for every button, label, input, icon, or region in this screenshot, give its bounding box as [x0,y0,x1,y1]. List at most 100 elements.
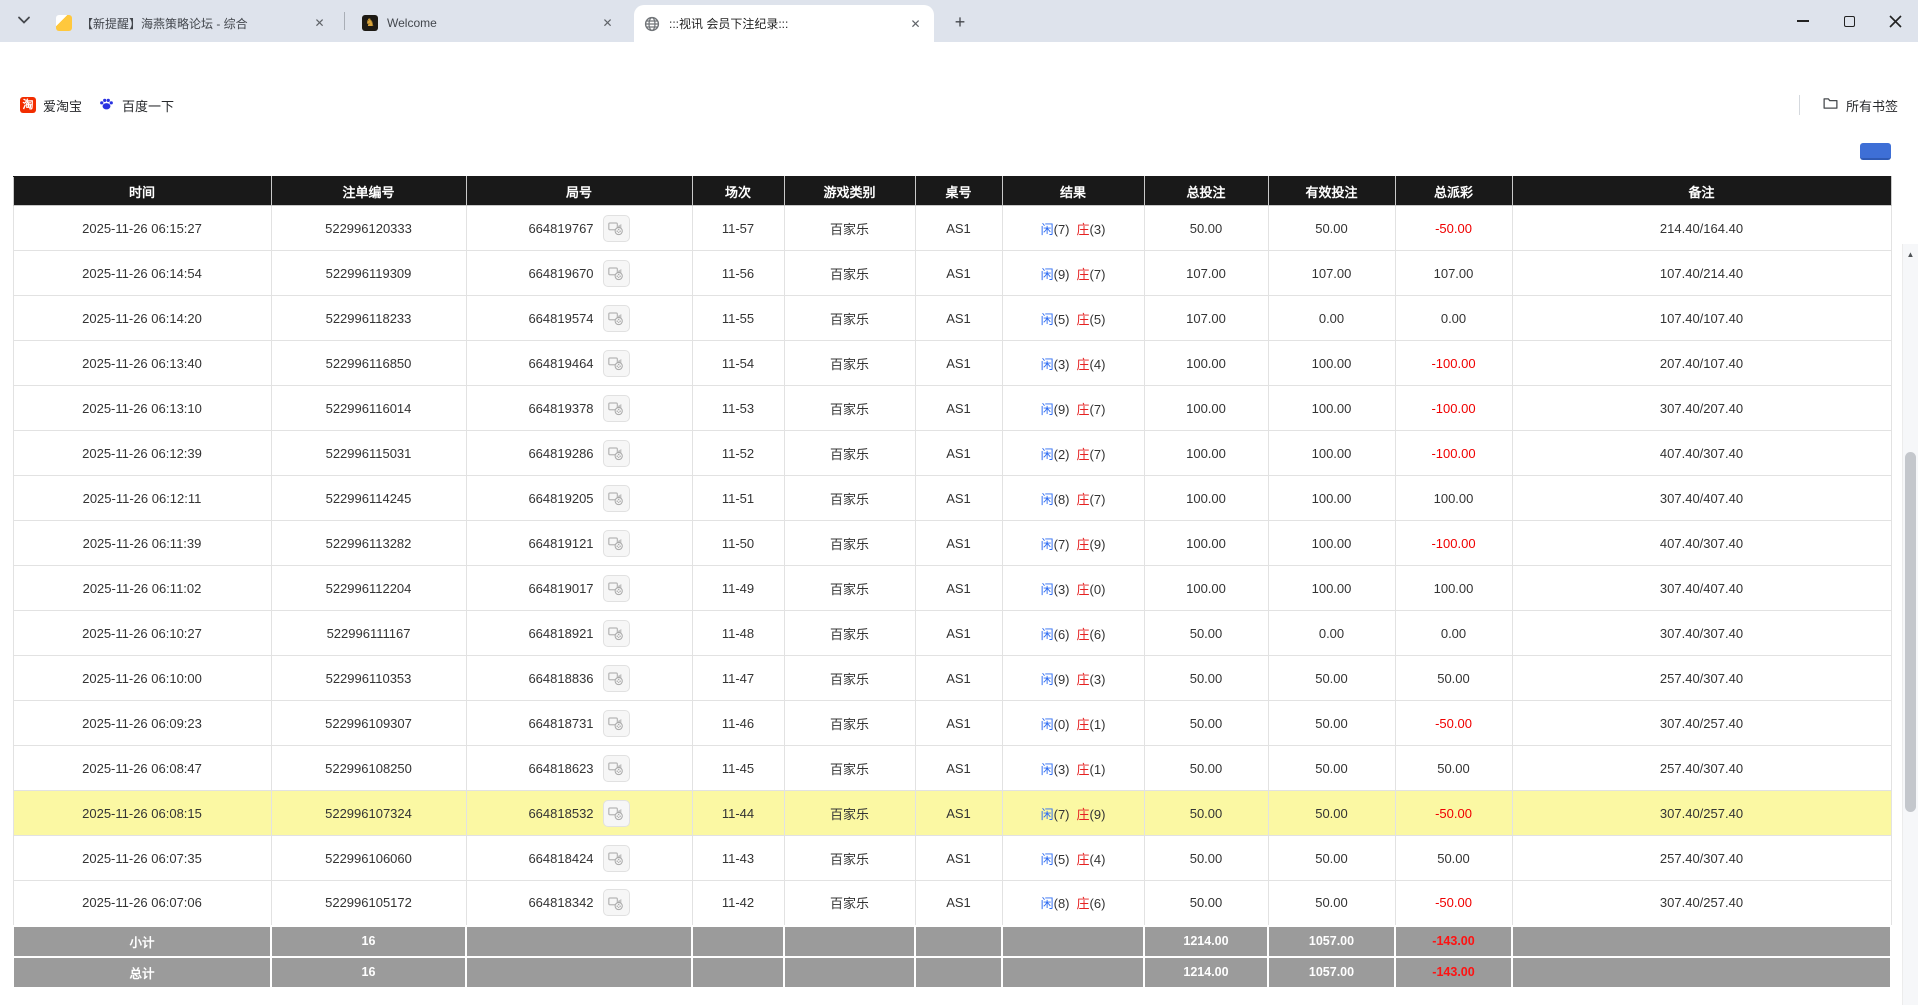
table-no-cell: AS1 [915,656,1002,701]
total-bet-cell[interactable]: 107.00 [1144,251,1268,296]
video-replay-icon [607,219,625,237]
bookmark-aitaobao[interactable]: 淘 爱淘宝 [12,92,90,119]
table-no-cell: AS1 [915,881,1002,926]
video-replay-button[interactable] [603,260,630,287]
video-replay-button[interactable] [603,665,630,692]
bookmark-label: 爱淘宝 [43,96,82,115]
empty-cell [692,926,784,957]
banker-score: (7) [1090,402,1106,417]
bookmarks-right: 所有书签 [1799,91,1906,119]
tab-separator [344,12,345,30]
total-bet-cell[interactable]: 50.00 [1144,656,1268,701]
tab-bet-records[interactable]: :::视讯 会员下注纪录::: ✕ [634,5,934,42]
player-label: 闲 [1041,807,1054,822]
banker-label: 庄 [1077,896,1090,911]
remark-cell: 107.40/107.40 [1512,296,1891,341]
video-replay-button[interactable] [603,215,630,242]
total-bet-cell[interactable]: 50.00 [1144,791,1268,836]
banker-score: (0) [1090,582,1106,597]
minimize-button[interactable] [1780,0,1826,42]
close-tab-icon[interactable]: ✕ [599,15,616,32]
tab-forum[interactable]: 【新提醒】海燕策略论坛 - 综合 ✕ [46,6,338,40]
partial-hidden-button[interactable] [1860,143,1891,160]
total-bet-cell[interactable]: 100.00 [1144,521,1268,566]
banker-score: (1) [1090,762,1106,777]
video-replay-icon [607,354,625,372]
session-cell: 11-42 [692,881,784,926]
video-replay-button[interactable] [603,755,630,782]
session-cell: 11-43 [692,836,784,881]
table-no-cell: AS1 [915,251,1002,296]
round-number: 664818342 [528,895,593,910]
video-replay-button[interactable] [603,800,630,827]
close-tab-icon[interactable]: ✕ [907,15,924,32]
total-bet-cell[interactable]: 100.00 [1144,341,1268,386]
round-number: 664819121 [528,536,593,551]
video-replay-button[interactable] [603,710,630,737]
video-replay-button[interactable] [603,620,630,647]
new-tab-button[interactable]: + [948,10,972,34]
total-bet-cell[interactable]: 100.00 [1144,476,1268,521]
video-replay-button[interactable] [603,575,630,602]
scrollbar-thumb[interactable] [1905,452,1916,812]
player-score: (7) [1054,537,1070,552]
bet-id-cell: 522996109307 [271,701,466,746]
result-cell: 闲(8)庄(7) [1002,476,1144,521]
bet-id-cell: 522996107324 [271,791,466,836]
close-tab-icon[interactable]: ✕ [311,15,328,32]
empty-cell [1512,926,1891,957]
tab-welcome[interactable]: ♞ Welcome ✕ [352,6,626,40]
total-bet-cell[interactable]: 100.00 [1144,386,1268,431]
time-cell: 2025-11-26 06:09:23 [13,701,271,746]
round-cell: 664819286 [466,431,692,476]
bet-id-cell: 522996116850 [271,341,466,386]
session-cell: 11-44 [692,791,784,836]
total-bet-cell[interactable]: 50.00 [1144,836,1268,881]
total-bet-cell[interactable]: 107.00 [1144,296,1268,341]
video-replay-button[interactable] [603,485,630,512]
video-replay-button[interactable] [603,889,630,916]
total-bet-cell[interactable]: 50.00 [1144,746,1268,791]
tab-title: 【新提醒】海燕策略论坛 - 综合 [81,15,302,32]
total-row: 总计 16 1214.00 1057.00 -143.00 [13,957,1891,988]
video-replay-button[interactable] [603,530,630,557]
total-bet-cell[interactable]: 100.00 [1144,431,1268,476]
round-number: 664819767 [528,221,593,236]
table-row: 2025-11-26 06:08:47 522996108250 6648186… [13,746,1891,791]
video-replay-button[interactable] [603,395,630,422]
total-bet-cell[interactable]: 50.00 [1144,881,1268,926]
total-bet-cell[interactable]: 50.00 [1144,611,1268,656]
remark-cell: 407.40/307.40 [1512,431,1891,476]
result-cell: 闲(7)庄(3) [1002,206,1144,251]
vertical-scrollbar[interactable]: ▲ [1902,244,1918,1005]
tab-search-chevron-icon[interactable] [12,9,36,33]
total-bet-cell[interactable]: 100.00 [1144,566,1268,611]
empty-cell [1002,957,1144,988]
table-no-cell: AS1 [915,296,1002,341]
session-cell: 11-45 [692,746,784,791]
close-window-button[interactable] [1872,0,1918,42]
video-replay-button[interactable] [603,440,630,467]
scroll-up-icon[interactable]: ▲ [1903,246,1918,262]
bookmark-baidu[interactable]: 百度一下 [90,91,182,119]
banker-label: 庄 [1077,672,1090,687]
table-row: 2025-11-26 06:11:02 522996112204 6648190… [13,566,1891,611]
table-row: 2025-11-26 06:12:11 522996114245 6648192… [13,476,1891,521]
round-cell: 664818623 [466,746,692,791]
video-replay-button[interactable] [603,350,630,377]
video-replay-button[interactable] [603,845,630,872]
banker-score: (9) [1090,537,1106,552]
all-bookmarks-button[interactable]: 所有书签 [1814,91,1906,119]
payout-cell: 107.00 [1395,251,1512,296]
subtotal-label: 小计 [13,926,271,957]
video-replay-button[interactable] [603,305,630,332]
remark-cell: 307.40/257.40 [1512,701,1891,746]
total-bet-cell[interactable]: 50.00 [1144,701,1268,746]
remark-cell: 257.40/307.40 [1512,836,1891,881]
result-cell: 闲(6)庄(6) [1002,611,1144,656]
total-bet-cell[interactable]: 50.00 [1144,206,1268,251]
player-score: (6) [1054,627,1070,642]
maximize-button[interactable] [1826,0,1872,42]
valid-bet-cell: 100.00 [1268,341,1395,386]
banker-label: 庄 [1077,537,1090,552]
